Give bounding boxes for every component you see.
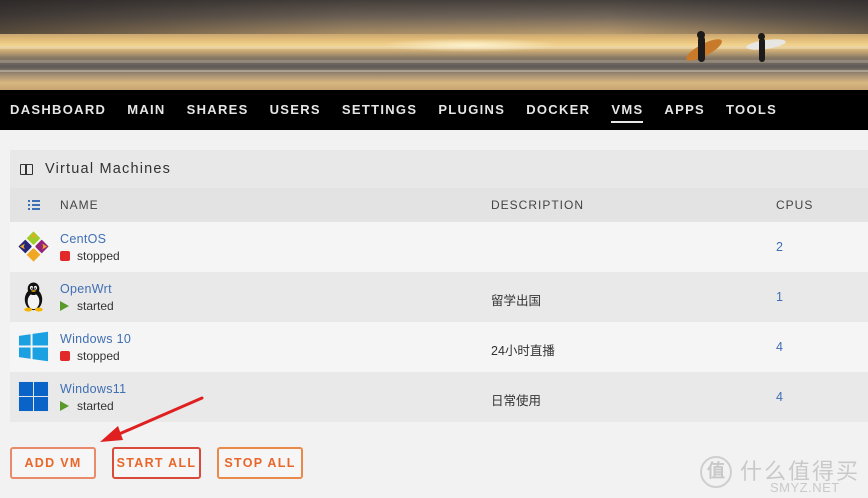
table-row: OpenWrt started 留学出国 1 — [10, 272, 868, 322]
stop-all-button[interactable]: STOP ALL — [217, 447, 303, 479]
vm-name-link[interactable]: CentOS — [60, 232, 106, 246]
window-columns-icon — [20, 163, 33, 175]
top-nav: DASHBOARD MAIN SHARES USERS SETTINGS PLU… — [0, 90, 868, 130]
vm-description: 日常使用 — [491, 394, 542, 408]
add-vm-button[interactable]: ADD VM — [10, 447, 96, 479]
list-icon[interactable] — [28, 200, 40, 210]
vm-name-link[interactable]: Windows 10 — [60, 332, 131, 346]
annotation-arrow-icon — [100, 396, 204, 442]
nav-item-tools[interactable]: TOOLS — [726, 90, 777, 130]
nav-item-settings[interactable]: SETTINGS — [342, 90, 417, 130]
panel-title: Virtual Machines — [45, 161, 172, 177]
vm-cpus-link[interactable]: 2 — [776, 240, 783, 254]
nav-item-docker[interactable]: DOCKER — [526, 90, 590, 130]
windows11-icon[interactable] — [18, 381, 49, 412]
panel-header: Virtual Machines — [10, 150, 868, 188]
vm-state-label: started — [77, 299, 114, 313]
vm-cpus-link[interactable]: 4 — [776, 340, 783, 354]
start-all-button[interactable]: START ALL — [112, 447, 201, 479]
vm-description: 留学出国 — [491, 294, 542, 308]
centos-icon[interactable] — [18, 231, 49, 262]
table-row: CentOS stopped 2 — [10, 222, 868, 272]
vm-state-label: stopped — [77, 349, 120, 363]
linux-tux-icon[interactable] — [18, 281, 49, 312]
table-header: NAME DESCRIPTION CPUS — [10, 188, 868, 222]
nav-item-shares[interactable]: SHARES — [187, 90, 249, 130]
nav-item-vms[interactable]: VMS — [611, 90, 644, 130]
started-icon — [60, 301, 69, 311]
nav-item-dashboard[interactable]: DASHBOARD — [10, 90, 106, 130]
nav-item-apps[interactable]: APPS — [664, 90, 705, 130]
watermark: 值 什么值得买 SMYZ.NET — [700, 452, 868, 498]
stopped-icon — [60, 251, 70, 261]
vm-name-link[interactable]: OpenWrt — [60, 282, 112, 296]
nav-item-main[interactable]: MAIN — [127, 90, 165, 130]
vm-cpus-link[interactable]: 1 — [776, 290, 783, 304]
nav-item-plugins[interactable]: PLUGINS — [438, 90, 505, 130]
nav-item-users[interactable]: USERS — [270, 90, 321, 130]
windows10-icon[interactable] — [18, 331, 49, 362]
column-header-name[interactable]: NAME — [60, 198, 99, 212]
table-row: Windows 10 stopped 24小时直播 4 — [10, 322, 868, 372]
virtual-machines-panel: Virtual Machines NAME DESCRIPTION CPUS C… — [10, 150, 868, 422]
vm-state: stopped — [60, 249, 120, 263]
vm-description: 24小时直播 — [491, 344, 555, 358]
started-icon — [60, 401, 69, 411]
watermark-en-text: SMYZ.NET — [770, 480, 840, 495]
column-header-description[interactable]: DESCRIPTION — [491, 198, 584, 212]
vm-state: started — [60, 299, 114, 313]
watermark-logo-icon: 值 — [700, 456, 732, 488]
vm-state: stopped — [60, 349, 120, 363]
vm-cpus-link[interactable]: 4 — [776, 390, 783, 404]
stopped-icon — [60, 351, 70, 361]
header-banner-image — [0, 0, 868, 90]
vm-state-label: stopped — [77, 249, 120, 263]
column-header-cpus[interactable]: CPUS — [776, 198, 813, 212]
